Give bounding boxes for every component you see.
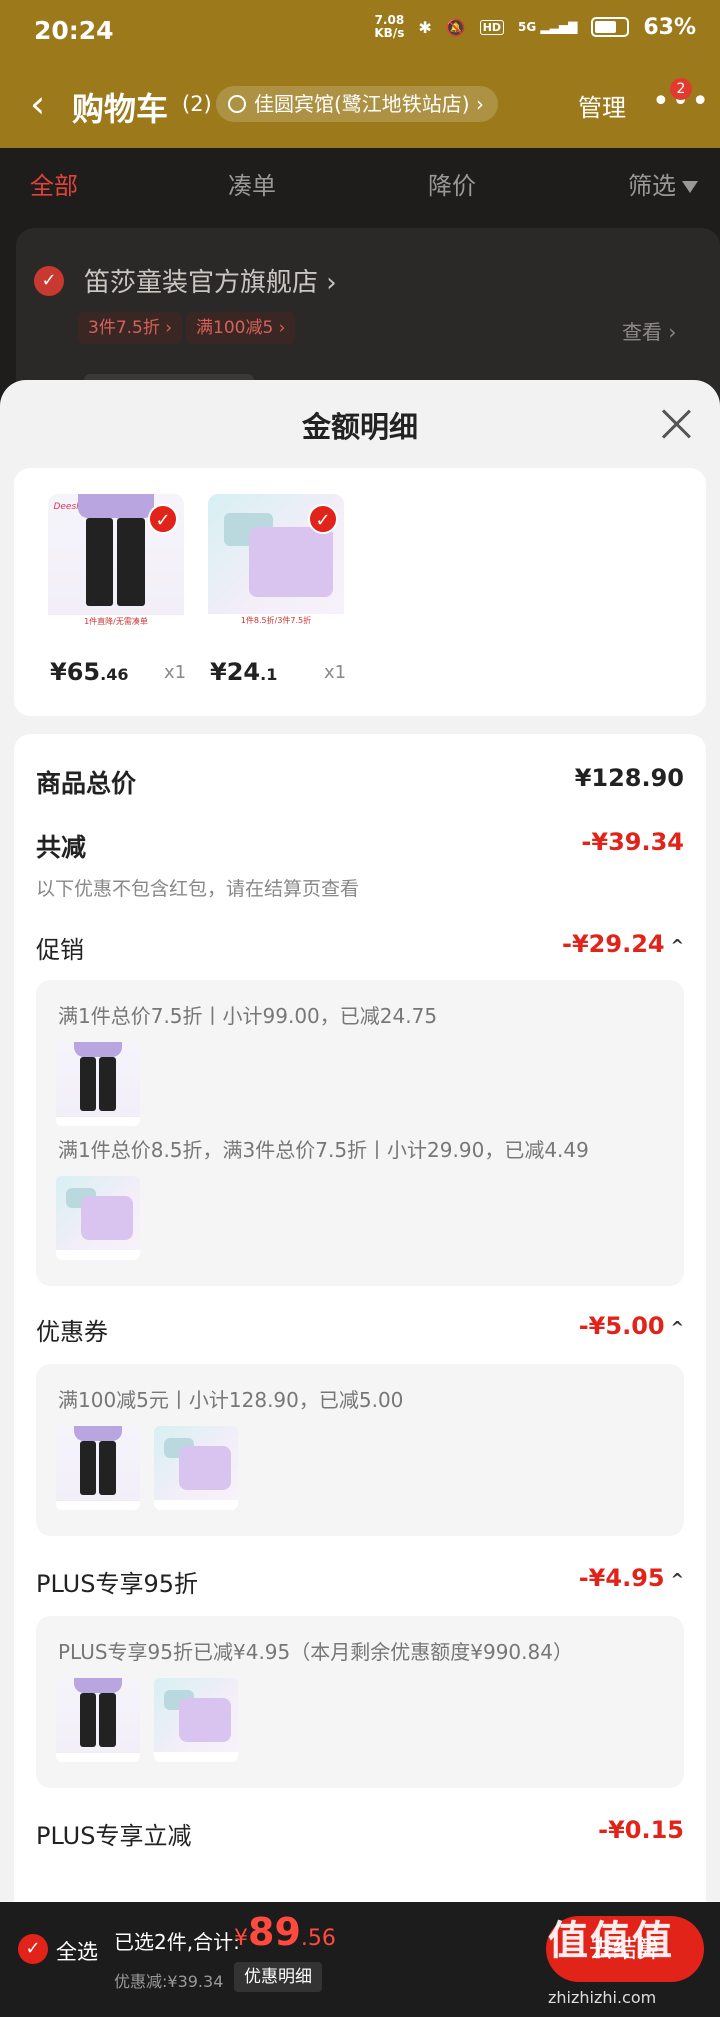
network-speed: 7.08 KB/s [374,13,405,40]
coupon-label: 优惠券 [36,1318,108,1346]
chevron-right-icon: › [475,92,484,116]
coupon-value: -¥5.00 ^ [578,1312,684,1340]
clock: 20:24 [34,16,114,45]
amount-summary: 商品总价 ¥128.90 共减 -¥39.34 以下优惠不包含红包，请在结算页查… [14,734,706,2017]
store-name[interactable]: 笛莎童装官方旗舰店 › [84,262,337,299]
tab-combine[interactable]: 凑单 [228,166,276,201]
plus-instant-value: -¥0.15 [598,1816,684,1844]
battery-icon [591,17,630,37]
goods-total-label: 商品总价 [36,769,137,798]
close-icon[interactable] [660,408,692,440]
promo-details: 满1件总价7.5折丨小计99.00，已减24.75 满1件总价8.5折，满3件总… [36,980,684,1286]
promo-line: 满1件总价7.5折丨小计99.00，已减24.75 [58,1004,438,1028]
watermark-url: zhizhizhi.com [548,1988,657,2007]
plus95-value: -¥4.95 ^ [578,1564,684,1592]
item-qty: x1 [324,662,347,683]
chevron-up-icon: ^ [670,1317,684,1337]
chevron-up-icon: ^ [670,935,684,955]
selected-items: Deesha 1件直降/无需凑单 ✓ ¥65.46 x1 1件8.5折/3件7.5… [14,468,706,716]
tab-bar: 全部 凑单 降价 筛选 [0,148,720,224]
select-all-label[interactable]: 全选 [56,1936,98,1966]
price-detail-sheet: 金额明细 Deesha 1件直降/无需凑单 ✓ ¥65.46 x1 1件8.5折/… [0,380,720,2017]
promo-tag[interactable]: 3件7.5折 › [78,312,183,344]
discount-note: 以下优惠不包含红包，请在结算页查看 [36,878,360,900]
tab-filter[interactable]: 筛选 [628,166,698,201]
manage-button[interactable]: 管理 [578,88,626,123]
plus95-details: PLUS专享95折已减¥4.95（本月剩余优惠额度¥990.84） [36,1616,684,1788]
bluetooth-icon: ✱ [418,17,432,37]
watermark-logo: 值值值 [548,1918,674,1964]
signal-icon: 5G ▂▃▅▇ [518,20,578,34]
product-thumbnail [154,1426,238,1510]
view-more-link[interactable]: 查看 › [622,316,676,345]
total-discount-label: 共减 [36,833,87,862]
total-price: ¥89.56 [234,1910,336,1954]
product-thumbnail [56,1176,140,1260]
product-thumbnail [56,1042,140,1126]
filter-icon [682,181,698,193]
product-image: Deesha 1件直降/无需凑单 ✓ [48,494,184,630]
product-image: 1件8.5折/3件7.5折 ✓ [208,494,344,630]
status-icons: 7.08 KB/s ✱ 🔕 HD 5G ▂▃▅▇ 63% [374,14,696,40]
discount-detail-button[interactable]: 优惠明细 [234,1962,322,1992]
product-thumbnail [56,1678,140,1762]
selected-summary: 已选2件,合计: [114,1930,240,1954]
promo-value: -¥29.24 ^ [562,930,684,958]
item-price: ¥65.46 [50,658,129,686]
item-price: ¥24.1 [210,658,278,686]
location-icon [228,95,246,113]
total-discount-value: -¥39.34 [581,828,684,856]
promo-label: 促销 [36,936,84,964]
plus95-label: PLUS专享95折 [36,1570,198,1598]
chevron-up-icon: ^ [670,1569,684,1589]
promo-line: 满1件总价8.5折，满3件总价7.5折丨小计29.90，已减4.49 [58,1138,589,1162]
cart-count: (2) [182,92,212,116]
address-text: 佳圆宾馆(鹭江地铁站店) [254,92,470,116]
plus-instant-label: PLUS专享立减 [36,1822,192,1850]
promo-tag[interactable]: 满100减5 › [186,312,296,344]
hd-icon: HD [479,19,505,35]
header: ‹ 购物车 (2) 佳圆宾馆(鹭江地铁站店) › 管理 ••• 2 [0,66,720,148]
checkmark-icon: ✓ [148,504,178,534]
notification-badge: 2 [670,78,692,100]
sheet-title: 金额明细 [301,410,418,444]
address-selector[interactable]: 佳圆宾馆(鹭江地铁站店) › [216,86,498,122]
tab-all[interactable]: 全部 [30,166,78,201]
checkmark-icon: ✓ [308,504,338,534]
coupon-line: 满100减5元丨小计128.90，已减5.00 [58,1388,404,1412]
goods-total-value: ¥128.90 [574,764,684,792]
store-checkbox[interactable]: ✓ [34,266,64,296]
status-bar: 20:24 7.08 KB/s ✱ 🔕 HD 5G ▂▃▅▇ 63% [0,0,720,66]
page-title: 购物车 [72,90,169,128]
tab-price-drop[interactable]: 降价 [428,166,476,201]
mute-icon: 🔕 [445,17,466,37]
product-thumbnail [154,1678,238,1762]
battery-percent: 63% [643,14,696,40]
item-qty: x1 [164,662,187,683]
coupon-details: 满100减5元丨小计128.90，已减5.00 [36,1364,684,1536]
select-all-checkbox[interactable]: ✓ [18,1934,48,1964]
plus95-line: PLUS专享95折已减¥4.95（本月剩余优惠额度¥990.84） [58,1640,573,1664]
product-thumbnail [56,1426,140,1510]
discount-summary: 优惠减:¥39.34 [114,1972,224,1991]
back-icon[interactable]: ‹ [30,84,45,124]
